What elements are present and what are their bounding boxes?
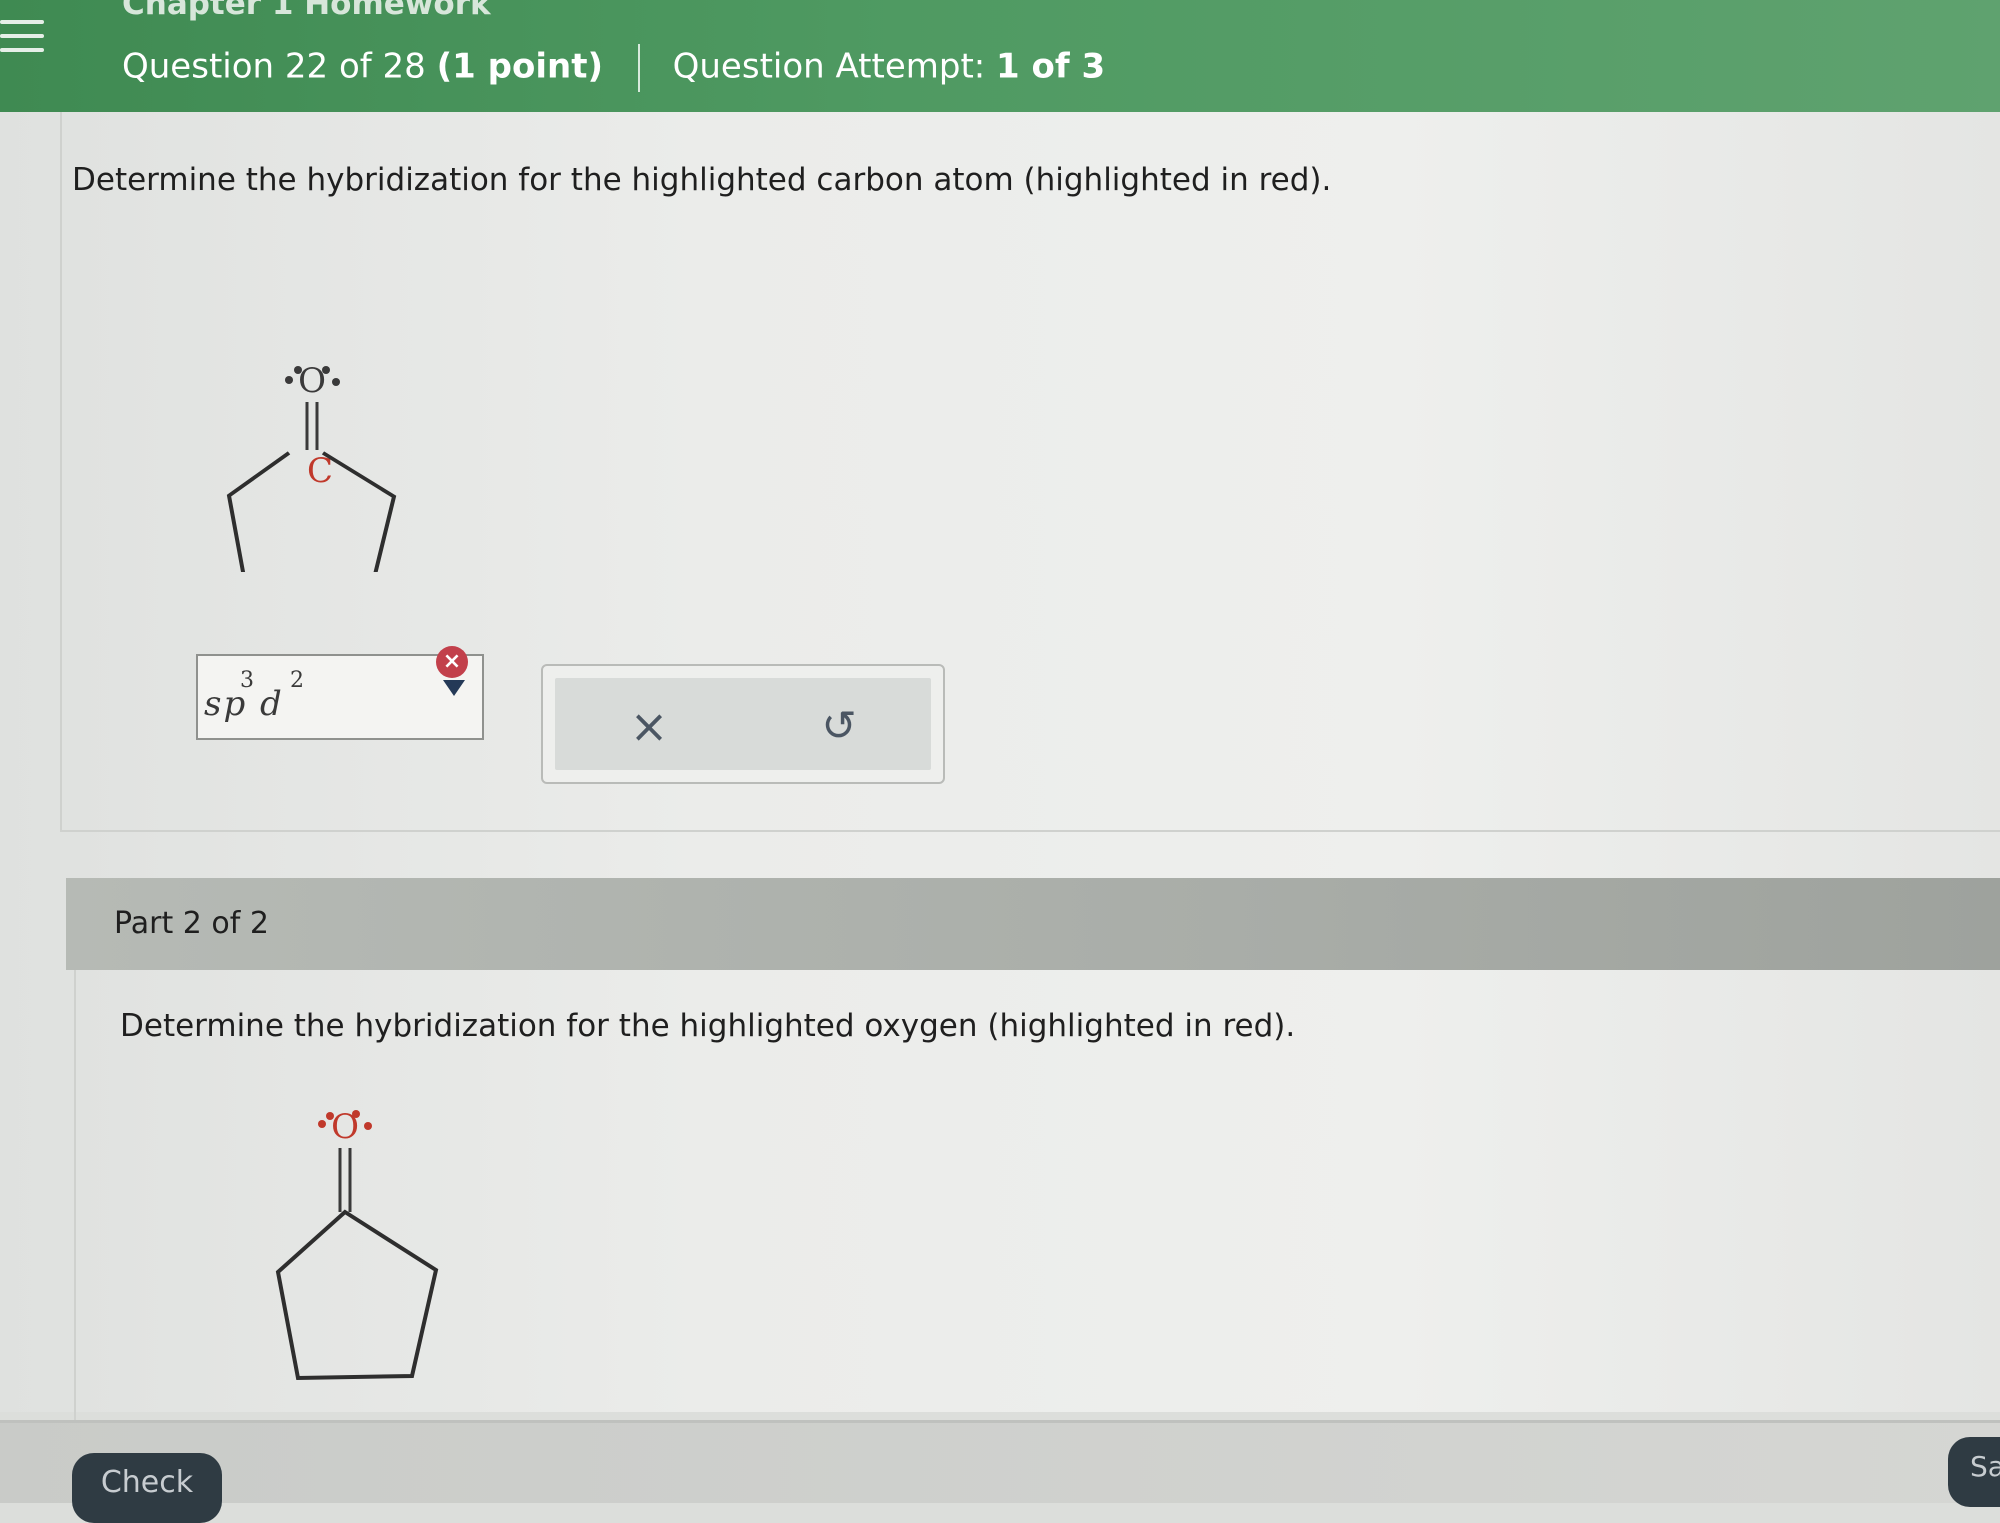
footer-bar: Check Sa bbox=[0, 1420, 2000, 1523]
dropdown-arrow-icon[interactable] bbox=[443, 680, 465, 696]
answer-tools-panel: × ↺ bbox=[541, 664, 945, 784]
check-button[interactable]: Check bbox=[72, 1453, 222, 1523]
part-2-prompt: Determine the hybridization for the high… bbox=[120, 1008, 1296, 1044]
lone-pair-dot bbox=[332, 378, 340, 386]
lone-pair-dot bbox=[364, 1122, 372, 1130]
attempt-value: 1 of 3 bbox=[996, 46, 1106, 87]
question-info: Question 22 of 28 (1 point) Question Att… bbox=[122, 44, 1105, 92]
answer-d: d bbox=[260, 684, 284, 724]
attempt-label: Question Attempt: bbox=[672, 46, 986, 87]
molecule-cyclopentanone-part2: O bbox=[275, 1107, 439, 1381]
part-2-label: Part 2 of 2 bbox=[114, 906, 269, 941]
question-number: Question 22 of 28 bbox=[122, 46, 426, 87]
save-button[interactable]: Sa bbox=[1948, 1437, 2000, 1507]
question-content: Determine the hybridization for the high… bbox=[0, 112, 2000, 1430]
question-points: (1 point) bbox=[436, 46, 603, 87]
part-2-header: Part 2 of 2 bbox=[66, 878, 2000, 970]
molecule-cyclopentanone-part1: O C bbox=[226, 361, 397, 572]
answer-tools-inner: × ↺ bbox=[555, 678, 931, 770]
chapter-title: Chapter 1 Homework bbox=[122, 0, 491, 22]
answer-d-superscript: 2 bbox=[290, 668, 304, 693]
menu-icon[interactable] bbox=[0, 10, 46, 70]
lone-pair-dot bbox=[318, 1120, 326, 1128]
oxygen-atom-highlighted: O bbox=[331, 1107, 359, 1147]
clear-answer-button[interactable]: × bbox=[621, 698, 677, 754]
answer-sp-superscript: 3 bbox=[240, 668, 254, 693]
incorrect-badge-icon: × bbox=[436, 646, 468, 678]
header-divider bbox=[637, 44, 640, 92]
cyclopentane-ring bbox=[275, 1209, 439, 1381]
part-1-prompt: Determine the hybridization for the high… bbox=[72, 162, 1332, 198]
undo-button[interactable]: ↺ bbox=[811, 698, 867, 754]
lone-pair-dot bbox=[285, 376, 293, 384]
oxygen-atom-label: O bbox=[298, 361, 326, 401]
